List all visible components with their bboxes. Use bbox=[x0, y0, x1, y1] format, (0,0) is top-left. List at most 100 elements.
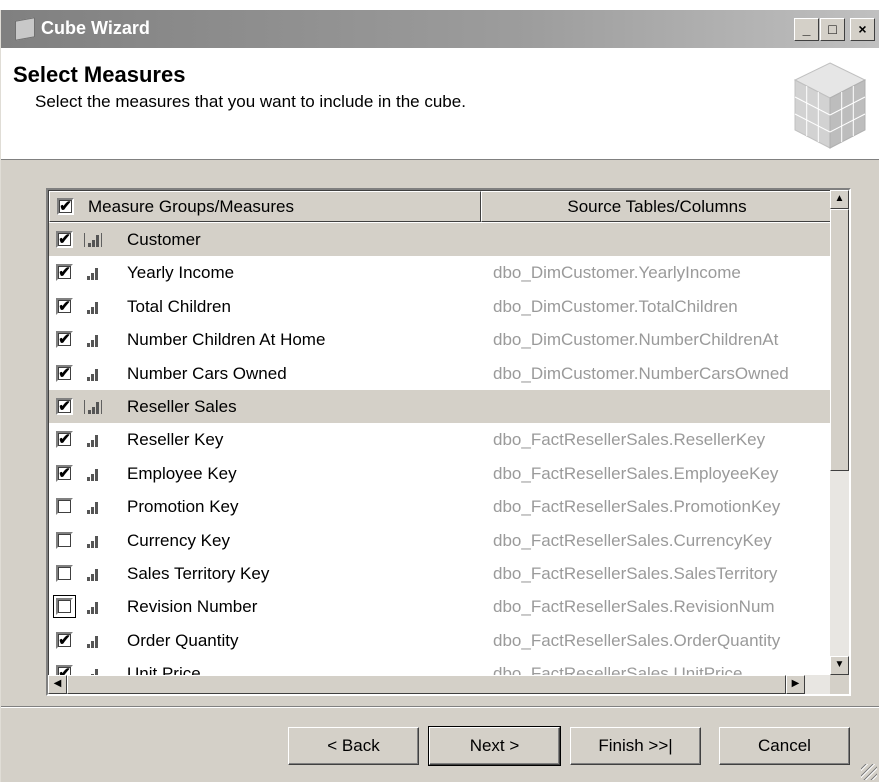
source-column-value: dbo_FactResellerSales.PromotionKey bbox=[493, 497, 781, 517]
measure-label: Reseller Sales bbox=[127, 396, 237, 416]
source-column-value: dbo_FactResellerSales.UnitPrice bbox=[493, 664, 743, 675]
scroll-up-icon[interactable]: ▲ bbox=[830, 190, 849, 209]
measure-checkbox[interactable]: ✔ bbox=[56, 665, 73, 675]
title-bar[interactable]: Cube Wizard _ □ × bbox=[1, 10, 879, 48]
measure-row[interactable]: Promotion Key dbo_FactResellerSales.Promo… bbox=[49, 490, 832, 523]
measure-group-icon bbox=[84, 399, 102, 414]
measure-row[interactable]: ✔ Reseller Key dbo_FactResellerSales.Resel… bbox=[49, 423, 832, 456]
back-button[interactable]: < Back bbox=[288, 727, 419, 765]
finish-button-label: Finish >>| bbox=[598, 736, 673, 755]
measure-label: Yearly Income bbox=[127, 263, 235, 283]
measure-label: Customer bbox=[127, 230, 201, 249]
source-column-value: dbo_DimCustomer.NumberCarsOwned bbox=[493, 363, 789, 383]
source-column-header[interactable]: Source Tables/Columns bbox=[481, 191, 832, 222]
measure-icon bbox=[84, 667, 102, 675]
measure-row[interactable]: ✔ Unit Price dbo_FactResellerSales.UnitPri… bbox=[49, 657, 832, 675]
measure-label: Number Children At Home bbox=[127, 330, 326, 350]
measure-checkbox[interactable] bbox=[56, 531, 73, 549]
minimize-button[interactable]: _ bbox=[794, 18, 819, 41]
back-button-label: < Back bbox=[327, 736, 380, 755]
measure-row[interactable]: ✔ Employee Key dbo_FactResellerSales.Emplo… bbox=[49, 457, 832, 490]
scroll-right-icon[interactable]: ▶ bbox=[786, 675, 805, 694]
page-description: Select the measures that you want to inc… bbox=[35, 92, 466, 111]
measures-column-header[interactable]: ✔ Measure Groups/Measures bbox=[49, 191, 481, 222]
cube-graphic-icon bbox=[793, 62, 867, 149]
tree-rows: ✔ Customer ✔ Yearly Income dbo_DimCustomer.Y… bbox=[49, 223, 832, 675]
measure-checkbox[interactable] bbox=[56, 564, 73, 582]
measure-row[interactable]: ✔ Number Cars Owned dbo_DimCustomer.Number… bbox=[49, 357, 832, 390]
measure-icon bbox=[84, 634, 102, 648]
measure-checkbox[interactable]: ✔ bbox=[56, 264, 73, 282]
measure-label: Order Quantity bbox=[127, 630, 239, 650]
source-column-value: dbo_DimCustomer.YearlyIncome bbox=[493, 263, 741, 283]
vertical-scroll-thumb[interactable] bbox=[830, 209, 849, 471]
measure-row[interactable]: Revision Number dbo_FactResellerSales.Rev… bbox=[49, 590, 832, 623]
measure-row[interactable]: ✔ Total Children dbo_DimCustomer.TotalChil… bbox=[49, 290, 832, 323]
select-all-checkbox[interactable]: ✔ bbox=[57, 198, 74, 215]
measure-label: Currency Key bbox=[127, 530, 230, 550]
source-column-value: dbo_FactResellerSales.OrderQuantity bbox=[493, 630, 781, 650]
measure-icon bbox=[84, 467, 102, 481]
measure-icon bbox=[84, 300, 102, 314]
source-column-value: dbo_DimCustomer.TotalChildren bbox=[493, 296, 738, 316]
finish-button[interactable]: Finish >>| bbox=[570, 727, 701, 765]
measure-label: Number Cars Owned bbox=[127, 363, 287, 383]
measure-checkbox[interactable] bbox=[56, 498, 73, 516]
divider bbox=[1, 706, 879, 708]
close-button[interactable]: × bbox=[850, 18, 875, 41]
measure-checkbox[interactable] bbox=[56, 598, 73, 616]
cancel-button[interactable]: Cancel bbox=[719, 727, 850, 765]
measure-checkbox[interactable]: ✔ bbox=[56, 431, 73, 449]
measure-group-icon bbox=[84, 233, 102, 247]
horizontal-scrollbar[interactable]: ◀ ▶ bbox=[48, 675, 832, 694]
measures-tree[interactable]: ✔ Measure Groups/Measures Source Tables/… bbox=[46, 188, 851, 696]
cube-wizard-window: Cube Wizard _ □ × Select Measures Select… bbox=[0, 10, 879, 782]
measure-icon bbox=[84, 567, 102, 581]
measure-group-row[interactable]: ✔ Customer bbox=[49, 223, 832, 257]
measure-row[interactable]: Currency Key dbo_FactResellerSales.Curren… bbox=[49, 524, 832, 557]
measure-icon bbox=[84, 367, 102, 381]
measure-row[interactable]: ✔ Yearly Income dbo_DimCustomer.YearlyInco… bbox=[49, 256, 832, 289]
measure-label: Unit Price bbox=[127, 664, 201, 675]
measure-label: Promotion Key bbox=[127, 497, 239, 517]
page-title: Select Measures bbox=[13, 62, 186, 87]
measure-label: Revision Number bbox=[127, 597, 258, 617]
measure-icon bbox=[84, 266, 102, 281]
window-title: Cube Wizard bbox=[41, 18, 150, 38]
measure-label: Reseller Key bbox=[127, 430, 224, 450]
source-column-value: dbo_FactResellerSales.EmployeeKey bbox=[493, 463, 779, 483]
scroll-left-icon[interactable]: ◀ bbox=[48, 675, 67, 694]
measure-checkbox[interactable]: ✔ bbox=[56, 397, 73, 415]
source-column-value: dbo_FactResellerSales.CurrencyKey bbox=[493, 530, 772, 550]
scroll-down-icon[interactable]: ▼ bbox=[830, 656, 849, 675]
next-button[interactable]: Next > bbox=[428, 726, 561, 766]
measure-label: Employee Key bbox=[127, 463, 237, 483]
measure-icon bbox=[84, 333, 102, 348]
measure-group-row[interactable]: ✔ Reseller Sales bbox=[49, 389, 832, 424]
maximize-button[interactable]: □ bbox=[820, 18, 845, 41]
measure-icon bbox=[84, 433, 102, 448]
measure-checkbox[interactable]: ✔ bbox=[56, 364, 73, 382]
measure-row[interactable]: ✔ Number Children At Home dbo_DimCustomer.… bbox=[49, 323, 832, 356]
source-column-value: dbo_FactResellerSales.ResellerKey bbox=[493, 430, 766, 450]
source-column-value: dbo_FactResellerSales.RevisionNum bbox=[493, 597, 775, 617]
cube-icon bbox=[15, 17, 35, 41]
measure-row[interactable]: ✔ Order Quantity dbo_FactResellerSales.Ord… bbox=[49, 624, 832, 657]
cancel-button-label: Cancel bbox=[758, 736, 811, 755]
measure-icon bbox=[84, 500, 102, 515]
vertical-scrollbar[interactable]: ▲ ▼ bbox=[830, 190, 849, 675]
measure-checkbox[interactable]: ✔ bbox=[56, 231, 73, 248]
measure-checkbox[interactable]: ✔ bbox=[56, 464, 73, 482]
wizard-header: Select Measures Select the measures that… bbox=[1, 48, 879, 160]
horizontal-scroll-thumb[interactable] bbox=[67, 675, 786, 694]
measure-checkbox[interactable]: ✔ bbox=[56, 631, 73, 649]
measure-row[interactable]: Sales Territory Key dbo_FactResellerSales… bbox=[49, 557, 832, 590]
measure-label: Total Children bbox=[127, 296, 231, 316]
measure-icon bbox=[84, 534, 102, 548]
next-button-label: Next > bbox=[469, 736, 520, 755]
source-column-value: dbo_FactResellerSales.SalesTerritory bbox=[493, 563, 778, 583]
measures-column-label: Measure Groups/Measures bbox=[88, 197, 294, 216]
measure-checkbox[interactable]: ✔ bbox=[56, 297, 73, 315]
resize-grip-icon[interactable] bbox=[861, 764, 877, 780]
measure-checkbox[interactable]: ✔ bbox=[56, 331, 73, 349]
